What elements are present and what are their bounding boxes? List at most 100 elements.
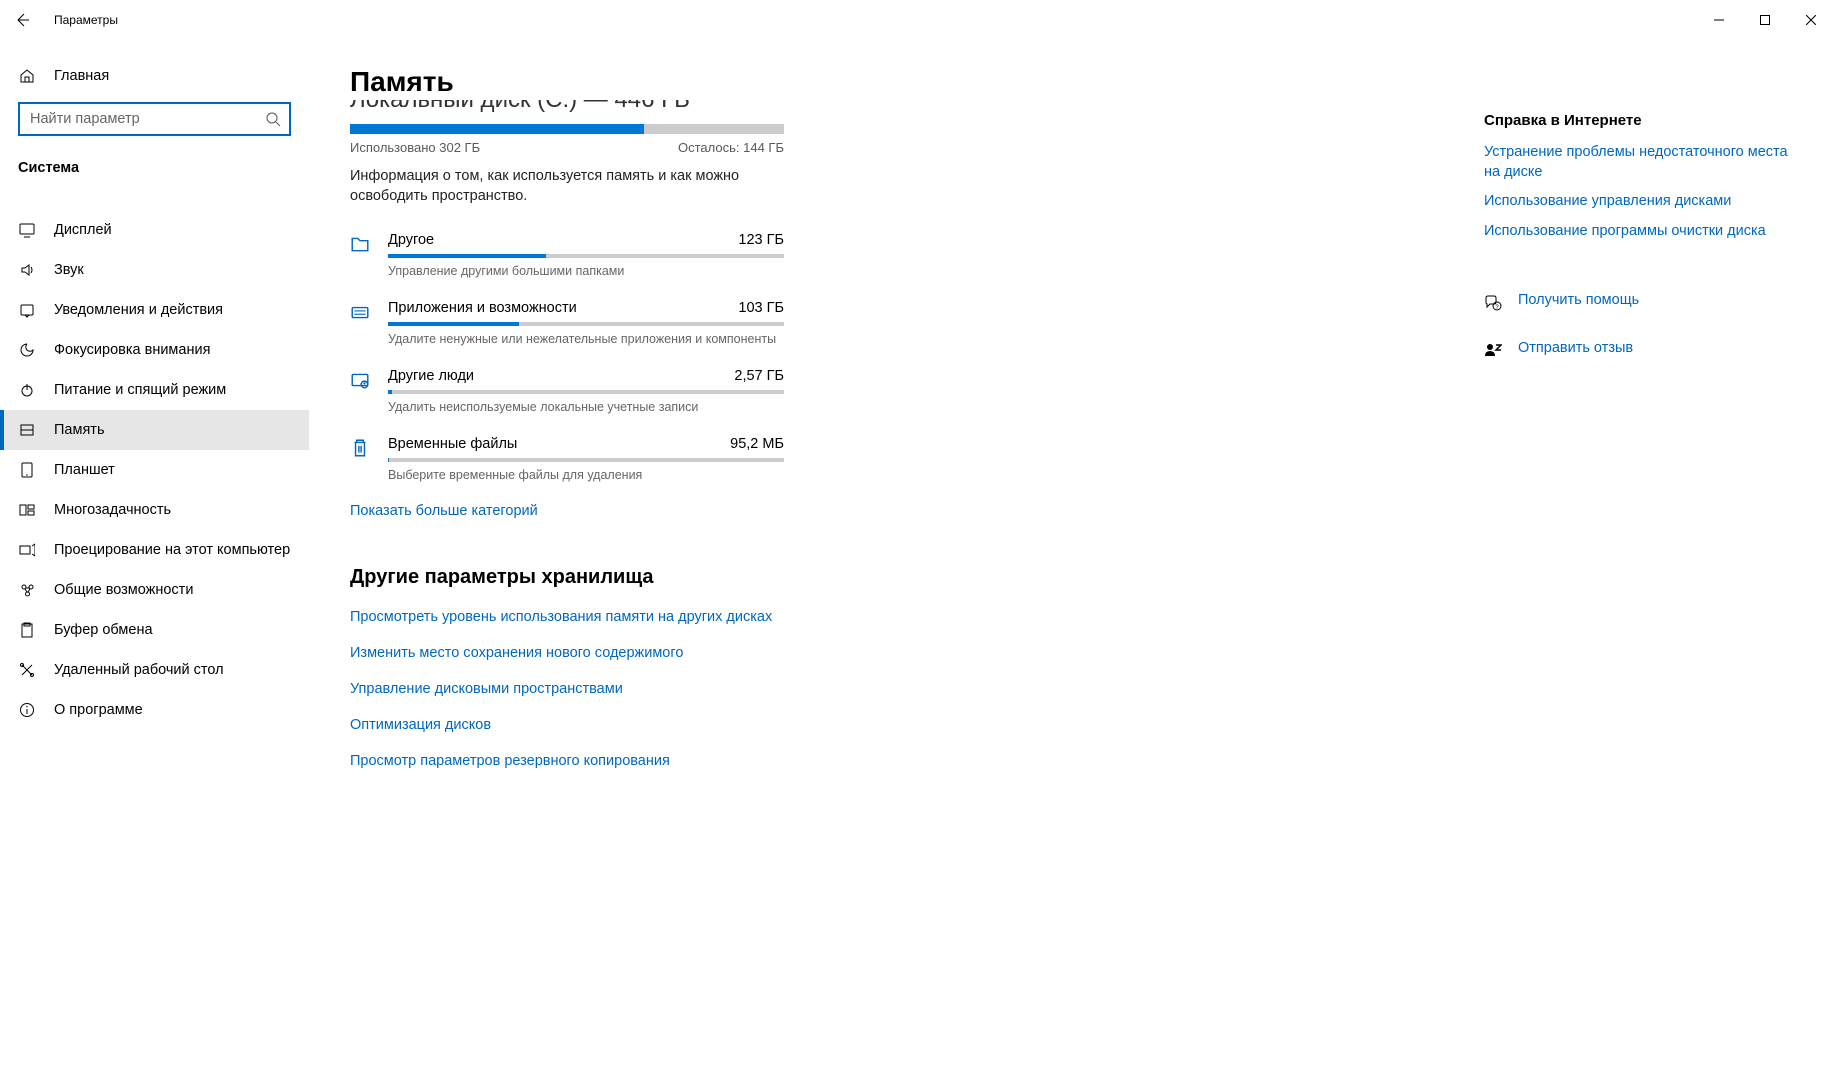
category-bar (388, 390, 784, 394)
sidebar-item-label: Многозадачность (54, 502, 171, 518)
category-size: 123 ГБ (738, 232, 784, 248)
category-size: 2,57 ГБ (734, 368, 784, 384)
category-bar (388, 458, 784, 462)
sidebar-item-label: Удаленный рабочий стол (54, 662, 224, 678)
home-nav[interactable]: Главная (0, 60, 309, 92)
category-bar (388, 254, 784, 258)
storage-more-link[interactable]: Управление дисковыми пространствами (350, 681, 1434, 697)
category-title: Другие люди (388, 368, 474, 384)
folder-icon (350, 234, 372, 278)
power-icon (18, 382, 36, 398)
project-icon (18, 542, 36, 558)
disk-header: Локальный диск (C:) — 446 ГБ (350, 100, 1434, 118)
sidebar-item-label: Планшет (54, 462, 115, 478)
sidebar-item-display[interactable]: Дисплей (0, 210, 309, 250)
category-size: 95,2 МБ (730, 436, 784, 452)
used-label: Использовано 302 ГБ (350, 140, 480, 155)
help-pane: Справка в Интернете Устранение проблемы … (1474, 40, 1834, 1080)
notifications-icon (18, 302, 36, 318)
sidebar-item-storage[interactable]: Память (0, 410, 309, 450)
category-desc: Удалите ненужные или нежелательные прило… (388, 332, 784, 346)
category-desc: Удалить неиспользуемые локальные учетные… (388, 400, 784, 414)
titlebar: Параметры (0, 0, 1834, 40)
home-label: Главная (54, 68, 109, 84)
search-input[interactable] (30, 111, 265, 127)
storage-bar (350, 124, 784, 134)
minimize-button[interactable] (1696, 4, 1742, 36)
help-web-link[interactable]: Устранение проблемы недостаточного места… (1484, 143, 1798, 182)
storage-icon (18, 422, 36, 438)
sidebar-item-label: Буфер обмена (54, 622, 153, 638)
sidebar-item-label: О программе (54, 702, 143, 718)
sidebar-item-label: Питание и спящий режим (54, 382, 226, 398)
storage-category-row[interactable]: Другое 123 ГБ Управление другими большими… (350, 224, 784, 292)
back-button[interactable] (14, 12, 30, 28)
feedback-row[interactable]: Отправить отзыв (1484, 339, 1798, 369)
sidebar-item-label: Фокусировка внимания (54, 342, 210, 358)
storage-more-link[interactable]: Просмотреть уровень использования памяти… (350, 609, 1434, 625)
focus-icon (18, 342, 36, 358)
page-title: Память (350, 66, 1434, 98)
storage-info-text: Информация о том, как используется памят… (350, 167, 810, 206)
multitask-icon (18, 502, 36, 518)
main-content: Память Локальный диск (C:) — 446 ГБ Испо… (310, 40, 1474, 1080)
category-title: Приложения и возможности (388, 300, 577, 316)
search-icon (265, 111, 281, 127)
clipboard-icon (18, 622, 36, 638)
sidebar-item-shared[interactable]: Общие возможности (0, 570, 309, 610)
sidebar-item-tablet[interactable]: Планшет (0, 450, 309, 490)
sidebar-item-label: Память (54, 422, 105, 438)
category-title: Временные файлы (388, 436, 517, 452)
shared-icon (18, 582, 36, 598)
free-label: Осталось: 144 ГБ (678, 140, 784, 155)
storage-more-link[interactable]: Изменить место сохранения нового содержи… (350, 645, 1434, 661)
storage-category-row[interactable]: Временные файлы 95,2 МБ Выберите временны… (350, 428, 784, 496)
people-icon (350, 370, 372, 414)
category-title: Другое (388, 232, 434, 248)
storage-more-link[interactable]: Просмотр параметров резервного копирован… (350, 753, 1434, 769)
sidebar-item-about[interactable]: О программе (0, 690, 309, 730)
feedback-link[interactable]: Отправить отзыв (1518, 339, 1633, 359)
sidebar-item-sound[interactable]: Звук (0, 250, 309, 290)
window-title: Параметры (54, 13, 118, 27)
sidebar-item-multitask[interactable]: Многозадачность (0, 490, 309, 530)
sidebar-item-notifications[interactable]: Уведомления и действия (0, 290, 309, 330)
sidebar: Главная Система ДисплейЗвукУведомления и… (0, 40, 310, 1080)
sidebar-item-clipboard[interactable]: Буфер обмена (0, 610, 309, 650)
help-title: Справка в Интернете (1484, 112, 1798, 129)
trash-icon (350, 438, 372, 482)
category-size: 103 ГБ (738, 300, 784, 316)
sidebar-item-power[interactable]: Питание и спящий режим (0, 370, 309, 410)
display-icon (18, 222, 36, 238)
sidebar-item-focus[interactable]: Фокусировка внимания (0, 330, 309, 370)
sidebar-item-label: Дисплей (54, 222, 112, 238)
storage-category-row[interactable]: Другие люди 2,57 ГБ Удалить неиспользуемы… (350, 360, 784, 428)
show-more-categories-link[interactable]: Показать больше категорий (350, 503, 538, 519)
sidebar-item-label: Звук (54, 262, 84, 278)
close-button[interactable] (1788, 4, 1834, 36)
help-icon: ? (1484, 295, 1502, 318)
sidebar-item-project[interactable]: Проецирование на этот компьютер (0, 530, 309, 570)
get-help-link[interactable]: Получить помощь (1518, 291, 1639, 311)
feedback-icon (1484, 342, 1502, 365)
category-bar (388, 322, 784, 326)
other-storage-heading: Другие параметры хранилища (350, 566, 1434, 589)
maximize-button[interactable] (1742, 4, 1788, 36)
help-web-link[interactable]: Использование управления дисками (1484, 192, 1798, 212)
remote-icon (18, 662, 36, 678)
category-desc: Управление другими большими папками (388, 264, 784, 278)
sidebar-item-label: Проецирование на этот компьютер (54, 542, 290, 558)
home-icon (18, 68, 36, 84)
sound-icon (18, 262, 36, 278)
apps-icon (350, 302, 372, 346)
search-input-wrap[interactable] (18, 102, 291, 136)
storage-category-row[interactable]: Приложения и возможности 103 ГБ Удалите н… (350, 292, 784, 360)
sidebar-item-label: Общие возможности (54, 582, 193, 598)
help-web-link[interactable]: Использование программы очистки диска (1484, 222, 1798, 242)
about-icon (18, 702, 36, 718)
category-desc: Выберите временные файлы для удаления (388, 468, 784, 482)
storage-more-link[interactable]: Оптимизация дисков (350, 717, 1434, 733)
sidebar-item-remote[interactable]: Удаленный рабочий стол (0, 650, 309, 690)
tablet-icon (18, 462, 36, 478)
get-help-row[interactable]: ? Получить помощь (1484, 291, 1798, 321)
